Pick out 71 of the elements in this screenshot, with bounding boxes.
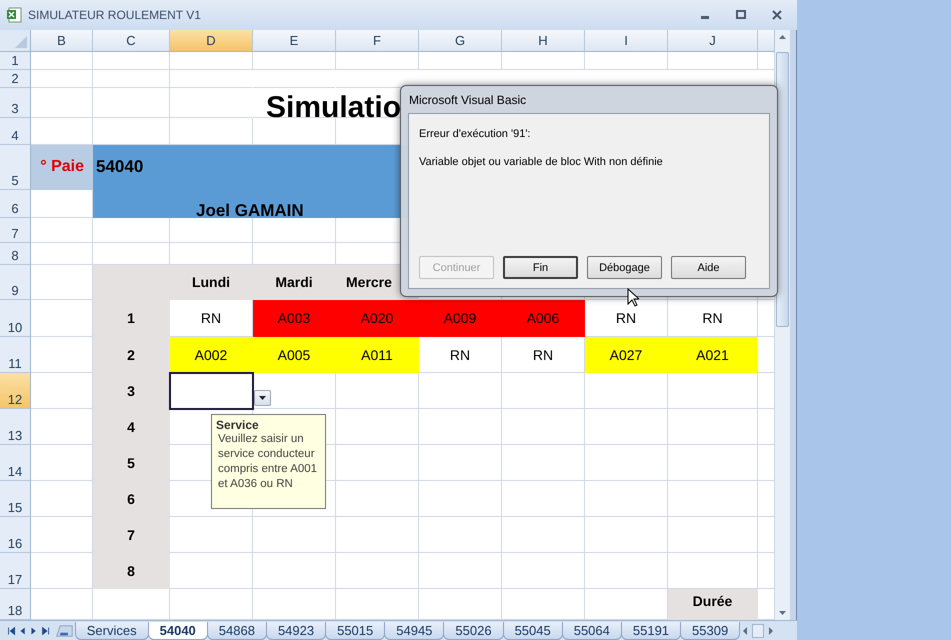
table-cell: A003 (253, 300, 336, 337)
row-header[interactable]: 2 (0, 70, 31, 88)
column-header[interactable]: G (419, 30, 502, 52)
sheet-tab[interactable]: 54923 (266, 622, 326, 640)
row-index: 1 (93, 300, 170, 337)
column-label: Mardi (253, 265, 336, 300)
row-index: 8 (93, 553, 170, 589)
tooltip-title: Service (216, 418, 259, 432)
sheet-tab[interactable]: Services (74, 622, 149, 640)
row-index: 7 (93, 517, 170, 553)
field-label: ° Paie (31, 145, 93, 190)
row-header[interactable]: 1 (0, 52, 31, 70)
error-code: Erreur d'exécution '91': (419, 128, 530, 140)
column-header[interactable]: H (502, 30, 585, 52)
sheet-tab[interactable]: 54868 (206, 622, 267, 640)
row-header[interactable]: 18 (0, 589, 31, 620)
row-header[interactable]: 8 (0, 243, 31, 265)
table-cell: A002 (170, 337, 253, 373)
table-cell: RN (419, 337, 502, 373)
column-header[interactable]: C (93, 30, 170, 52)
row-header[interactable]: 6 (0, 190, 31, 218)
sheet-tab[interactable]: 55191 (620, 622, 682, 640)
row-header[interactable]: 7 (0, 218, 31, 243)
tooltip-text: Veuillez saisir un service conducteur compris entre A001 et A036 ou RN (217, 432, 318, 492)
sheet-tab[interactable]: 54040 (148, 622, 208, 640)
dialog-title: Microsoft Visual Basic (408, 92, 528, 108)
table-cell: A011 (336, 337, 419, 373)
dialog-button[interactable]: Aide (671, 256, 746, 279)
sheet-tab[interactable]: 55026 (443, 622, 504, 640)
table-cell: A005 (253, 337, 336, 373)
sheet-tab[interactable]: 55015 (325, 622, 386, 640)
row-index: 3 (93, 373, 170, 409)
row-header[interactable]: 10 (0, 300, 31, 337)
row-index: 6 (93, 481, 170, 517)
column-header[interactable]: F (336, 30, 419, 52)
highlighted-cell: 54040 (93, 145, 170, 190)
table-cell: A020 (336, 300, 419, 337)
error-message: Variable objet ou variable de bloc With non définie (419, 156, 663, 168)
table-cell: A009 (419, 300, 502, 337)
row-index: 2 (93, 337, 170, 373)
column-header[interactable]: I (585, 30, 668, 52)
sheet-tab[interactable]: 55064 (562, 622, 622, 640)
row-header[interactable]: 11 (0, 337, 31, 373)
row-header[interactable]: 9 (0, 265, 31, 300)
column-header[interactable]: E (253, 30, 336, 52)
row-index: 5 (93, 445, 170, 481)
row-header[interactable]: 3 (0, 88, 31, 118)
dialog-button[interactable]: Débogage (587, 256, 662, 279)
sheet-tab[interactable]: 54945 (384, 622, 444, 640)
dialog-button[interactable]: Fin (503, 256, 578, 279)
column-header[interactable]: B (31, 30, 93, 52)
row-header[interactable]: 17 (0, 553, 31, 589)
row-header[interactable]: 15 (0, 481, 31, 517)
window-title: SIMULATEUR ROULEMENT V1 (28, 8, 201, 22)
table-cell: A021 (668, 337, 758, 373)
row-header[interactable]: 12 (0, 373, 31, 409)
table-cell: A027 (585, 337, 668, 373)
row-header[interactable]: 4 (0, 118, 31, 145)
row-header[interactable]: 14 (0, 445, 31, 481)
row-header[interactable]: 16 (0, 517, 31, 553)
sheet-tab[interactable]: 55045 (502, 622, 563, 640)
column-label: Durée (668, 589, 758, 620)
row-index: 4 (93, 409, 170, 445)
table-cell: A006 (502, 300, 585, 337)
column-header[interactable]: J (668, 30, 758, 52)
sheet-tab[interactable]: 55309 (680, 622, 740, 640)
name-cell: Joel GAMAIN (170, 190, 305, 218)
row-header[interactable]: 13 (0, 409, 31, 445)
column-label: Lundi (170, 265, 253, 300)
row-header[interactable]: 5 (0, 145, 31, 190)
column-header[interactable]: D (170, 30, 253, 52)
